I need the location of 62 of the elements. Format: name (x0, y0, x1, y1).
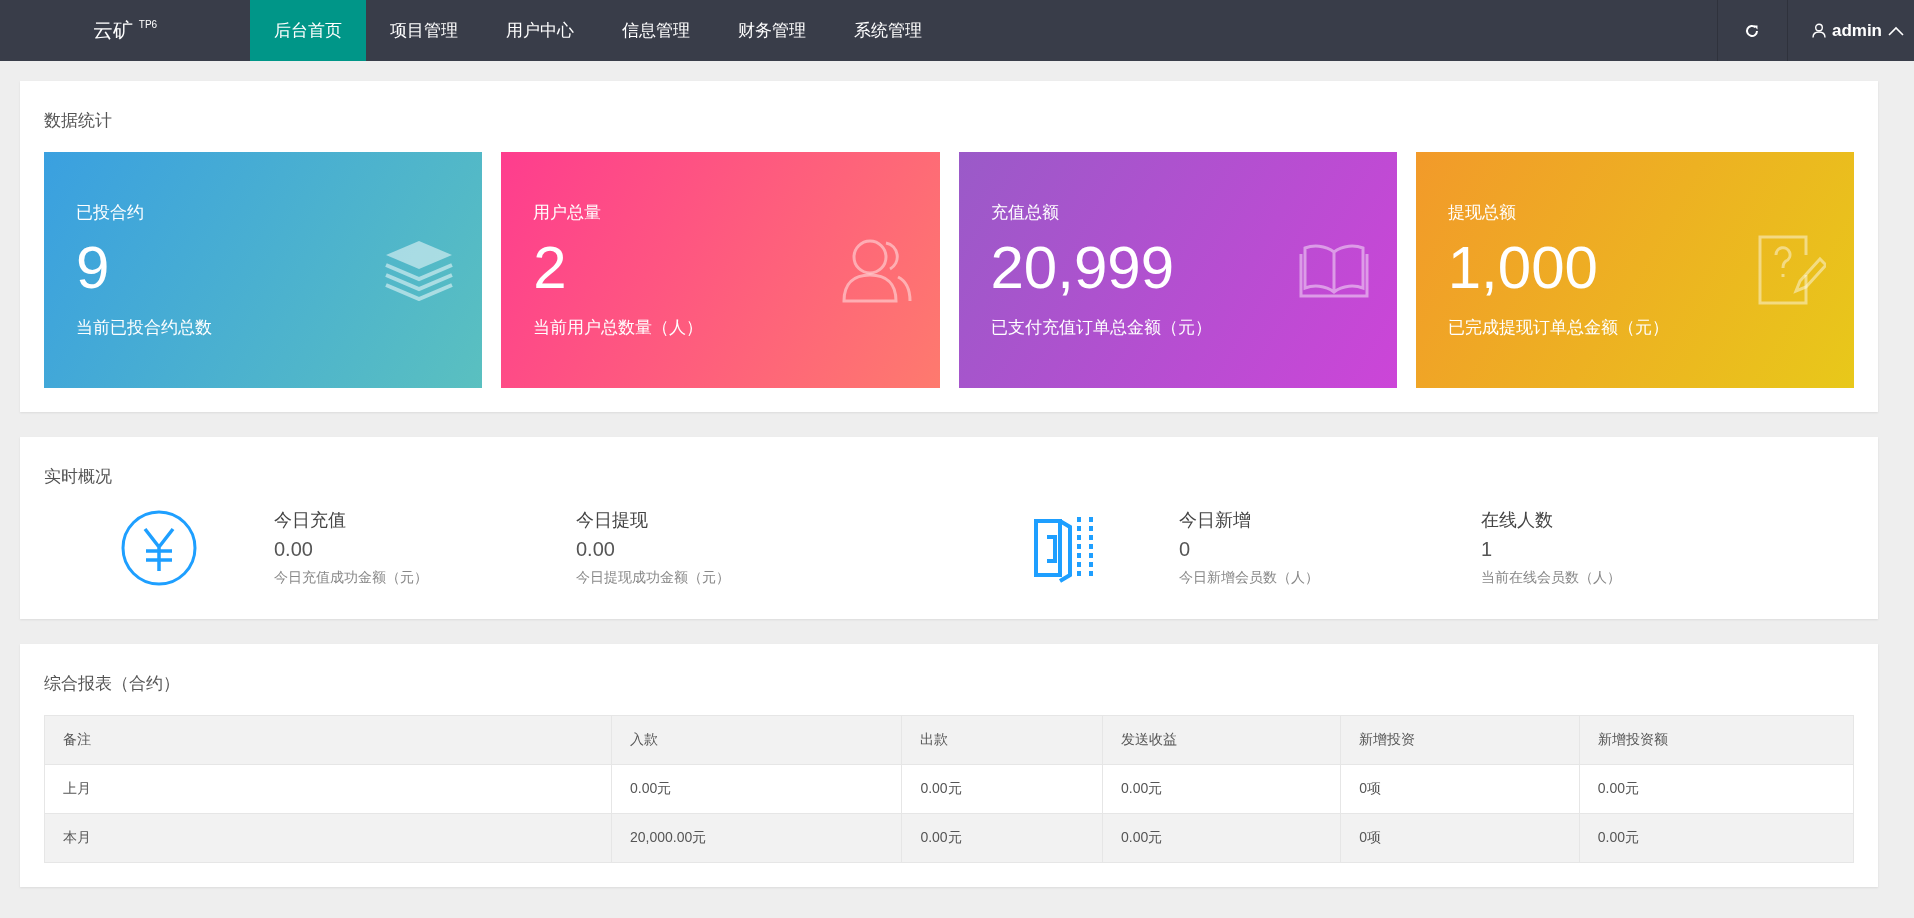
stat-note: 当前已投合约总数 (76, 317, 212, 339)
table-cell: 20,000.00元 (611, 813, 902, 863)
column-header: 出款 (901, 715, 1103, 765)
metric-label: 今日充值 (274, 509, 347, 532)
user-icon (1811, 23, 1826, 38)
stat-note: 当前用户总数量（人） (533, 317, 704, 339)
table-cell: 上月 (44, 764, 612, 814)
metric-value: 0 (1179, 538, 1192, 561)
table-cell: 0.00元 (1579, 764, 1854, 814)
metric-value: 0.00 (576, 538, 616, 561)
table-cell: 0.00元 (1102, 764, 1341, 814)
yen-icon (120, 508, 198, 587)
stat-note: 已完成提现订单总金额（元） (1447, 317, 1669, 339)
column-header: 发送收益 (1102, 715, 1341, 765)
metric-label: 在线人数 (1481, 509, 1554, 532)
layers-icon (384, 239, 455, 301)
table-cell: 0.00元 (901, 813, 1103, 863)
nav-tab[interactable]: 系统管理 (830, 0, 946, 61)
nav-tab[interactable]: 项目管理 (366, 0, 482, 61)
metric-note: 今日提现成功金额（元） (576, 569, 731, 587)
caret-up-icon (1888, 25, 1904, 36)
nav-tab[interactable]: 信息管理 (598, 0, 714, 61)
stat-value: 9 (76, 238, 111, 298)
nav-tab[interactable]: 财务管理 (714, 0, 830, 61)
column-header: 备注 (44, 715, 612, 765)
stat-label: 用户总量 (533, 202, 603, 224)
panel-title: 综合报表（合约） (44, 673, 181, 695)
metric-value: 0.00 (274, 538, 314, 561)
stat-label: 已投合约 (76, 202, 145, 224)
metric-note: 今日充值成功金额（元） (274, 569, 429, 587)
stat-value: 1,000 (1447, 238, 1599, 298)
users-icon (841, 237, 912, 303)
user-menu-button[interactable]: admin (1786, 0, 1914, 61)
stat-label: 提现总额 (1447, 202, 1517, 224)
panel-title: 实时概况 (44, 466, 113, 488)
nav-tab[interactable]: 用户中心 (482, 0, 598, 61)
refresh-icon (1744, 22, 1761, 39)
stat-value: 2 (533, 238, 568, 298)
open-book-icon (1298, 242, 1369, 298)
column-header: 新增投资 (1340, 715, 1580, 765)
table-cell: 0.00元 (1102, 813, 1341, 863)
metric-value: 1 (1481, 538, 1494, 561)
column-header: 入款 (611, 715, 902, 765)
logo-text[interactable]: 云矿 (92, 17, 133, 44)
metric-label: 今日新增 (1179, 509, 1252, 532)
metric-note: 今日新增会员数（人） (1179, 569, 1320, 587)
stat-value: 20,999 (990, 238, 1175, 298)
stat-label: 充值总额 (990, 202, 1060, 224)
version-label: TP6 (138, 19, 158, 30)
stat-note: 已支付充值订单总金额（元） (990, 317, 1212, 339)
metric-note: 当前在线会员数（人） (1481, 569, 1622, 587)
table-cell: 0.00元 (611, 764, 902, 814)
table-cell: 0.00元 (1579, 813, 1854, 863)
table-cell: 0.00元 (901, 764, 1103, 814)
question-note-icon (1756, 235, 1826, 305)
table-cell: 0项 (1340, 764, 1580, 814)
nav-tab[interactable]: 后台首页 (250, 0, 366, 61)
column-header: 新增投资额 (1579, 715, 1854, 765)
panel-title: 数据统计 (44, 110, 113, 132)
table-cell: 本月 (44, 813, 612, 863)
metric-label: 今日提现 (576, 509, 649, 532)
table-cell: 0项 (1340, 813, 1580, 863)
